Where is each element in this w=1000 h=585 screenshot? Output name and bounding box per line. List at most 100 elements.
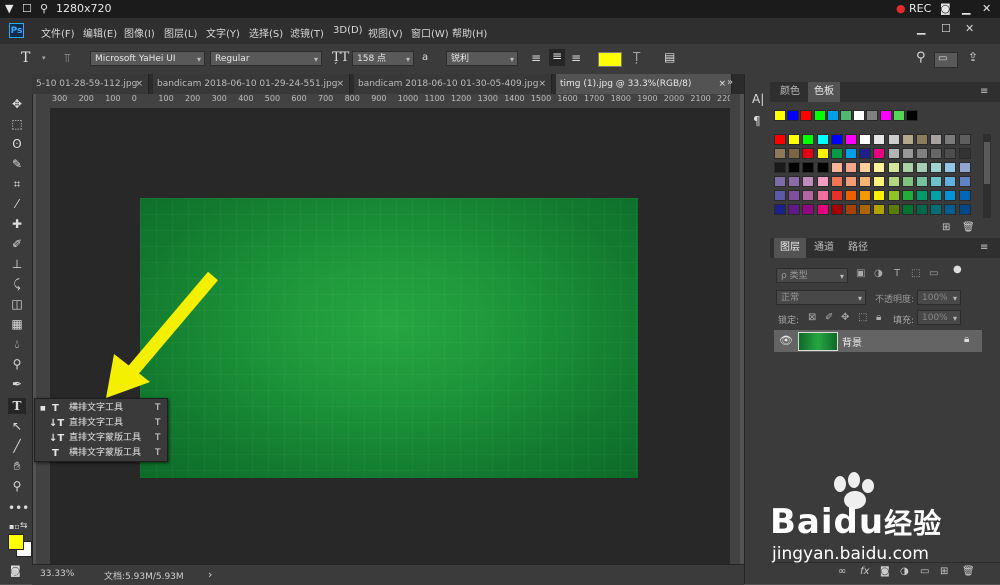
color-swatch[interactable] (774, 162, 786, 173)
color-swatch[interactable] (916, 162, 928, 173)
color-swatch[interactable] (816, 162, 829, 173)
color-swatch[interactable] (774, 134, 786, 145)
menu-window[interactable]: 窗口(W) (411, 25, 449, 40)
color-swatch[interactable] (958, 134, 971, 145)
close-icon[interactable]: × (336, 74, 344, 94)
color-swatch[interactable] (830, 148, 843, 159)
color-swatch[interactable] (873, 176, 886, 187)
color-swatch[interactable] (887, 204, 900, 215)
lock-artboard-icon[interactable]: ⬚ (858, 312, 867, 323)
menu-type[interactable]: 文字(Y) (206, 25, 240, 40)
color-swatch[interactable] (830, 134, 843, 145)
color-swatch[interactable] (901, 134, 914, 145)
character-panel-icon[interactable]: A| (752, 92, 764, 106)
color-swatch[interactable] (873, 162, 886, 173)
color-swatch[interactable] (873, 190, 886, 201)
filter-smart-object-icon[interactable]: ▭ (929, 268, 938, 279)
menu-help[interactable]: 帮助(H) (452, 25, 487, 40)
color-swatch[interactable] (873, 134, 886, 145)
antialias-select[interactable]: 锐利 ▾ (446, 51, 518, 66)
search-icon[interactable]: ⚲ (40, 2, 48, 15)
marquee-tool-icon[interactable]: ⬚ (8, 116, 26, 132)
line-tool-icon[interactable]: ╱ (8, 438, 26, 454)
close-icon[interactable]: × (718, 74, 726, 94)
eraser-tool-icon[interactable]: ◫ (8, 296, 26, 312)
color-swatch[interactable] (930, 204, 943, 215)
color-swatch[interactable] (826, 110, 839, 121)
align-right-icon[interactable]: ≡ (571, 51, 581, 65)
gradient-tool-icon[interactable]: ▦ (8, 316, 26, 332)
color-swatch[interactable] (859, 148, 872, 159)
color-swatch[interactable] (774, 204, 786, 215)
color-swatch[interactable] (916, 204, 928, 215)
font-size-select[interactable]: 158 点 ▾ (352, 51, 414, 66)
color-swatch[interactable] (944, 134, 957, 145)
color-swatch[interactable] (916, 134, 928, 145)
layer-filter-select[interactable]: ρ 类型 ▾ (776, 268, 848, 283)
swap-colors-icon[interactable]: ⇆ (20, 521, 28, 531)
color-swatch[interactable] (901, 162, 914, 173)
color-swatch[interactable] (859, 162, 872, 173)
status-menu-arrow-icon[interactable]: › (208, 568, 212, 581)
panel-menu-icon[interactable]: ≡ (980, 86, 988, 97)
color-swatch[interactable] (892, 110, 905, 121)
lock-position-icon[interactable]: ✥ (841, 312, 849, 323)
color-swatch[interactable] (800, 110, 813, 121)
tab-paths[interactable]: 路径 (842, 238, 874, 258)
menu-image[interactable]: 图像(I) (124, 25, 155, 40)
color-swatch[interactable] (845, 162, 857, 173)
color-swatch[interactable] (958, 148, 971, 159)
color-swatch[interactable] (802, 190, 815, 201)
color-swatch[interactable] (887, 134, 900, 145)
healing-brush-tool-icon[interactable]: ✚ (8, 216, 26, 232)
tabs-overflow-icon[interactable]: » (727, 77, 733, 88)
align-center-icon[interactable]: ≡ (549, 49, 565, 66)
brush-tool-icon[interactable]: ✐ (8, 236, 26, 252)
move-tool-icon[interactable]: ✥ (8, 96, 26, 112)
color-swatch[interactable] (887, 176, 900, 187)
color-swatch[interactable] (840, 110, 852, 121)
color-swatch[interactable] (816, 190, 829, 201)
search-icon[interactable]: ⚲ (916, 50, 926, 65)
color-swatch[interactable] (816, 148, 829, 159)
more-tools-icon[interactable]: ••• (8, 500, 29, 516)
color-swatch[interactable] (816, 134, 829, 145)
window-minimize-icon[interactable]: ▁ (917, 22, 925, 35)
pen-tool-icon[interactable]: ✒ (8, 376, 26, 392)
color-swatch[interactable] (866, 110, 879, 121)
color-swatch[interactable] (906, 110, 918, 121)
type-tool-preset-icon[interactable]: T (21, 50, 30, 66)
color-swatch[interactable] (845, 204, 857, 215)
color-swatch[interactable] (788, 134, 801, 145)
color-swatch[interactable] (813, 110, 826, 121)
trash-icon[interactable]: 🗑︎ (962, 222, 975, 233)
menu-view[interactable]: 视图(V) (368, 25, 403, 40)
color-swatch[interactable] (774, 148, 786, 159)
vertical-scrollbar[interactable] (730, 94, 740, 564)
screen-mode-icon[interactable]: ▣ (10, 567, 19, 578)
rec-label[interactable]: REC (909, 2, 931, 15)
color-swatch[interactable] (958, 190, 971, 201)
flyout-item-vertical-type-mask[interactable]: ↓T 直排文字蒙版工具 T (35, 431, 167, 446)
color-swatch[interactable] (802, 162, 815, 173)
color-swatch[interactable] (845, 176, 857, 187)
tab-doc-1[interactable]: 5-10 01-28-59-112.jpg × (32, 74, 149, 94)
tab-color[interactable]: 颜色 (774, 82, 806, 102)
color-swatch[interactable] (887, 162, 900, 173)
color-swatch[interactable] (802, 148, 815, 159)
fill-input[interactable]: 100% ▾ (917, 310, 961, 325)
color-swatch[interactable] (944, 176, 957, 187)
color-swatch[interactable] (873, 148, 886, 159)
orientation-toggle-icon[interactable]: ⫪ (64, 51, 71, 66)
color-swatch[interactable] (873, 204, 886, 215)
close-icon[interactable]: × (538, 74, 546, 94)
close-icon[interactable]: ✕ (982, 2, 991, 15)
filter-type-icon[interactable]: T (894, 268, 900, 279)
color-swatch[interactable] (830, 162, 843, 173)
workspace-select[interactable]: ▭ (934, 52, 958, 68)
zoom-level[interactable]: 33.33% (40, 569, 74, 579)
color-swatch[interactable] (830, 204, 843, 215)
camera-icon[interactable]: ◙ (940, 2, 951, 15)
opacity-input[interactable]: 100% ▾ (917, 290, 961, 305)
color-swatch[interactable] (845, 134, 857, 145)
